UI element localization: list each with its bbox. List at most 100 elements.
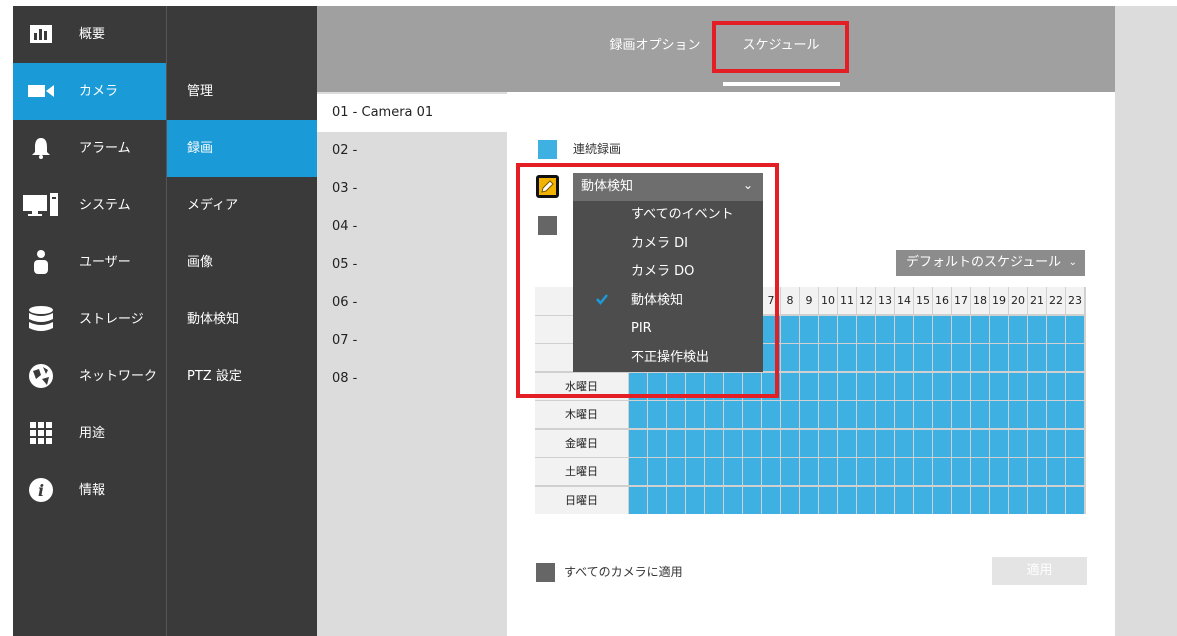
- schedule-cell[interactable]: [667, 458, 685, 485]
- camera-item[interactable]: 01 - Camera 01: [317, 94, 507, 132]
- schedule-cell[interactable]: [1009, 430, 1027, 457]
- schedule-cell[interactable]: [838, 316, 856, 343]
- schedule-cell[interactable]: [933, 487, 951, 514]
- hour-label[interactable]: 18: [971, 287, 989, 314]
- schedule-cell[interactable]: [990, 344, 1008, 371]
- schedule-cell[interactable]: [895, 373, 913, 400]
- schedule-cell[interactable]: [800, 344, 818, 371]
- schedule-cell[interactable]: [933, 344, 951, 371]
- hour-label[interactable]: 17: [952, 287, 970, 314]
- schedule-cell[interactable]: [1066, 344, 1084, 371]
- nav-item-info[interactable]: i 情報: [13, 462, 166, 519]
- hour-label[interactable]: 22: [1047, 287, 1065, 314]
- schedule-cell[interactable]: [971, 487, 989, 514]
- nav-item-storage[interactable]: ストレージ: [13, 291, 166, 348]
- schedule-cell[interactable]: [914, 430, 932, 457]
- schedule-cell[interactable]: [895, 344, 913, 371]
- subnav-item-media[interactable]: メディア: [167, 177, 318, 234]
- schedule-cell[interactable]: [990, 430, 1008, 457]
- nav-item-network[interactable]: ネットワーク: [13, 348, 166, 405]
- schedule-cell[interactable]: [1066, 458, 1084, 485]
- schedule-cell[interactable]: [800, 458, 818, 485]
- schedule-cell[interactable]: [1009, 458, 1027, 485]
- schedule-cell[interactable]: [838, 401, 856, 428]
- schedule-cell[interactable]: [952, 458, 970, 485]
- schedule-cell[interactable]: [1066, 373, 1084, 400]
- schedule-cell[interactable]: [819, 401, 837, 428]
- schedule-cell[interactable]: [667, 487, 685, 514]
- schedule-cell[interactable]: [800, 373, 818, 400]
- schedule-cell[interactable]: [648, 487, 666, 514]
- schedule-cell[interactable]: [648, 430, 666, 457]
- schedule-cell[interactable]: [838, 373, 856, 400]
- schedule-cell[interactable]: [1047, 344, 1065, 371]
- default-schedule-dropdown[interactable]: デフォルトのスケジュール ⌄: [896, 250, 1085, 276]
- schedule-cell[interactable]: [1028, 316, 1046, 343]
- schedule-cell[interactable]: [857, 373, 875, 400]
- schedule-cell[interactable]: [933, 458, 951, 485]
- schedule-cell[interactable]: [648, 458, 666, 485]
- schedule-cell[interactable]: [686, 401, 704, 428]
- day-label[interactable]: 金曜日: [535, 430, 628, 457]
- schedule-cell[interactable]: [762, 430, 780, 457]
- schedule-cell[interactable]: [914, 344, 932, 371]
- subnav-item-management[interactable]: 管理: [167, 63, 318, 120]
- schedule-cell[interactable]: [933, 373, 951, 400]
- schedule-cell[interactable]: [876, 344, 894, 371]
- schedule-cell[interactable]: [971, 401, 989, 428]
- schedule-cell[interactable]: [952, 373, 970, 400]
- hour-label[interactable]: 11: [838, 287, 856, 314]
- schedule-cell[interactable]: [857, 401, 875, 428]
- schedule-cell[interactable]: [819, 316, 837, 343]
- schedule-cell[interactable]: [705, 401, 723, 428]
- schedule-cell[interactable]: [857, 458, 875, 485]
- schedule-cell[interactable]: [781, 401, 799, 428]
- nav-item-overview[interactable]: 概要: [13, 6, 166, 63]
- nav-item-alarm[interactable]: アラーム: [13, 120, 166, 177]
- schedule-cell[interactable]: [914, 401, 932, 428]
- camera-item[interactable]: 07 -: [317, 322, 507, 360]
- schedule-cell[interactable]: [667, 430, 685, 457]
- schedule-cell[interactable]: [914, 316, 932, 343]
- schedule-cell[interactable]: [781, 430, 799, 457]
- schedule-cell[interactable]: [781, 316, 799, 343]
- subnav-item-image[interactable]: 画像: [167, 234, 318, 291]
- day-label[interactable]: 土曜日: [535, 458, 628, 485]
- schedule-cell[interactable]: [724, 401, 742, 428]
- schedule-cell[interactable]: [762, 458, 780, 485]
- schedule-cell[interactable]: [876, 373, 894, 400]
- subnav-item-motion-detection[interactable]: 動体検知: [167, 291, 318, 348]
- schedule-cell[interactable]: [876, 316, 894, 343]
- schedule-cell[interactable]: [1066, 487, 1084, 514]
- schedule-cell[interactable]: [971, 316, 989, 343]
- schedule-cell[interactable]: [629, 401, 647, 428]
- schedule-cell[interactable]: [914, 458, 932, 485]
- schedule-cell[interactable]: [952, 487, 970, 514]
- schedule-cell[interactable]: [990, 401, 1008, 428]
- schedule-cell[interactable]: [895, 458, 913, 485]
- subnav-item-ptz-settings[interactable]: PTZ 設定: [167, 348, 318, 405]
- hour-label[interactable]: 21: [1028, 287, 1046, 314]
- schedule-cell[interactable]: [648, 401, 666, 428]
- schedule-cell[interactable]: [819, 430, 837, 457]
- schedule-cell[interactable]: [914, 487, 932, 514]
- schedule-cell[interactable]: [705, 487, 723, 514]
- schedule-cell[interactable]: [838, 487, 856, 514]
- schedule-cell[interactable]: [857, 487, 875, 514]
- schedule-cell[interactable]: [705, 458, 723, 485]
- schedule-cell[interactable]: [1009, 401, 1027, 428]
- schedule-cell[interactable]: [1066, 316, 1084, 343]
- schedule-cell[interactable]: [1028, 430, 1046, 457]
- schedule-cell[interactable]: [819, 458, 837, 485]
- schedule-cell[interactable]: [724, 458, 742, 485]
- schedule-cell[interactable]: [1028, 373, 1046, 400]
- nav-item-apps[interactable]: 用途: [13, 405, 166, 462]
- subnav-item-recording[interactable]: 録画: [167, 120, 318, 177]
- schedule-cell[interactable]: [876, 401, 894, 428]
- nav-item-system[interactable]: システム: [13, 177, 166, 234]
- schedule-cell[interactable]: [819, 373, 837, 400]
- schedule-cell[interactable]: [762, 487, 780, 514]
- schedule-cell[interactable]: [857, 316, 875, 343]
- schedule-cell[interactable]: [1028, 458, 1046, 485]
- schedule-cell[interactable]: [895, 401, 913, 428]
